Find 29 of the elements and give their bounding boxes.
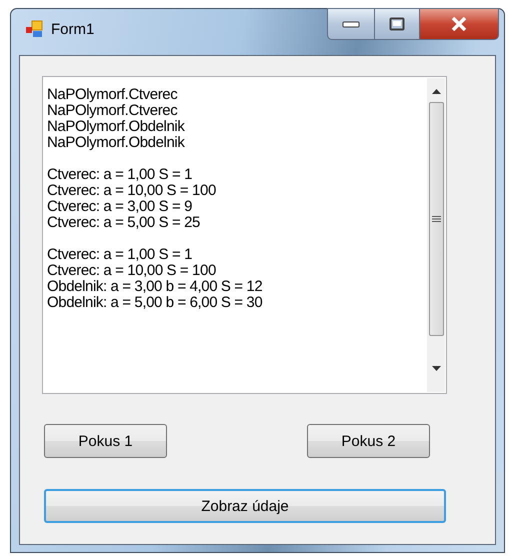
- list-item[interactable]: NaPOlymorf.Ctverec: [47, 103, 427, 119]
- button[interactable]: Zobraz údaje: [44, 489, 446, 523]
- maximize-button[interactable]: [375, 8, 420, 40]
- list-item[interactable]: Ctverec: a = 10,00 S = 100: [47, 183, 427, 199]
- list-item[interactable]: Obdelnik: a = 3,00 b = 4,00 S = 12: [47, 279, 427, 295]
- close-button[interactable]: [420, 8, 499, 40]
- app-icon: [25, 20, 43, 38]
- list-item[interactable]: Ctverec: a = 3,00 S = 9: [47, 199, 427, 215]
- scrollbar[interactable]: [427, 78, 445, 392]
- list-box[interactable]: [42, 76, 447, 394]
- grip-icon: [432, 214, 440, 224]
- maximize-icon: [389, 17, 405, 31]
- list-item[interactable]: NaPOlymorf.Ctverec: [47, 87, 427, 103]
- list-item[interactable]: NaPOlymorf.Obdelnik: [47, 119, 427, 135]
- list-item[interactable]: Obdelnik: a = 5,00 b = 6,00 S = 30: [47, 295, 427, 311]
- scroll-down-icon[interactable]: [432, 366, 440, 371]
- button[interactable]: Pokus 1: [44, 424, 167, 458]
- minimize-icon: [342, 20, 360, 28]
- list-item[interactable]: Ctverec: a = 5,00 S = 25: [47, 215, 427, 231]
- close-icon: [450, 17, 468, 31]
- list-item[interactable]: NaPOlymorf.Obdelnik: [47, 135, 427, 151]
- minimize-button[interactable]: [327, 8, 375, 40]
- list-item[interactable]: Ctverec: a = 1,00 S = 1: [47, 167, 427, 183]
- scroll-up-icon[interactable]: [432, 89, 440, 94]
- scroll-thumb[interactable]: [428, 102, 444, 336]
- list-item[interactable]: Ctverec: a = 10,00 S = 100: [47, 263, 427, 279]
- window-title: Form1: [51, 20, 94, 38]
- button[interactable]: Pokus 2: [307, 424, 430, 458]
- list-item[interactable]: Ctverec: a = 1,00 S = 1: [47, 247, 427, 263]
